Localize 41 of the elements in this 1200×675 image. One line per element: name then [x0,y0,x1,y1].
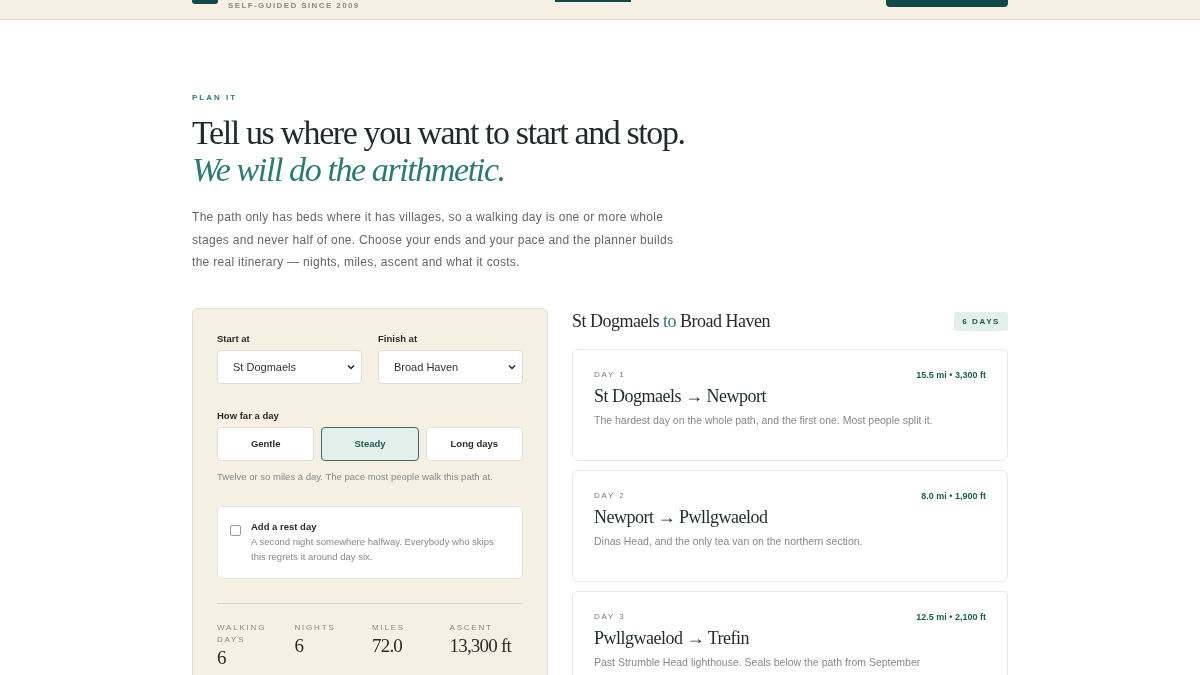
day-route: Pwllgwaelod → Trefin [594,627,750,649]
stat-value: 6 [217,646,227,669]
day-stats: 15.5 mi • 3,300 ft [916,369,986,380]
day-label: DAY 1 [594,369,626,380]
field-label: Start at [217,332,251,344]
nav-link[interactable] [555,0,631,2]
stat-label: WALKING DAYS [217,621,268,646]
day-description: Dinas Head, and the only tea van on the northern section. [594,534,864,547]
rest-day-title: Add a rest day [251,520,318,532]
field-label: Finish at [378,332,419,344]
pace-option[interactable]: Long days [425,426,523,461]
stat-value: 6 [294,634,305,657]
stat-label: ASCENT [449,621,494,634]
pace-option[interactable]: Gentle [217,426,315,461]
days-badge: 6 DAYS [954,312,1008,331]
page-heading: Tell us where you want to start and stop. We will do the arithmetic. [192,114,686,188]
pace-option[interactable]: Steady [321,426,419,461]
chevron-down-icon [347,363,355,370]
select-field[interactable]: St Dogmaels [217,349,362,384]
day-route: Newport → Pwllgwaelod [594,506,769,528]
chevron-down-icon [508,363,516,370]
route-title: St Dogmaels to Broad Haven [572,311,770,332]
day-stats: 12.5 mi • 2,100 ft [916,611,986,622]
day-label: DAY 2 [594,490,626,501]
intro-paragraph: The path only has beds where it has villages, so a walking day is one or more whole stages and never half of one. Choose your ends and your pace and the planner builds the real itinerary — nights, miles, ascent and what it costs. [192,209,675,271]
stat-value: 72.0 [372,634,404,657]
field-label: How far a day [217,409,280,421]
day-label: DAY 3 [594,611,626,622]
day-stats: 8.0 mi • 1,900 ft [921,490,986,501]
tagline: SELF-GUIDED SINCE 2009 [228,1,360,10]
stat-label: NIGHTS [294,621,337,634]
stat-value: 13,300 ft [449,634,513,657]
pace-note: Twelve or so miles a day. The pace most people walk this path at. [217,469,494,484]
eyebrow-label: PLAN IT [192,93,239,102]
day-description: The hardest day on the whole path, and the first one. Most people split it. [594,413,934,426]
day-route: St Dogmaels → Newport [594,385,768,407]
stat-label: MILES [372,621,406,634]
rest-day-description: A second night somewhere halfway. Everybody who skips this regrets it around day six. [251,534,495,564]
checkbox[interactable] [230,524,241,536]
day-description: Past Strumble Head lighthouse. Seals below the path from September [594,655,922,668]
select-field[interactable]: Broad Haven [378,349,523,384]
